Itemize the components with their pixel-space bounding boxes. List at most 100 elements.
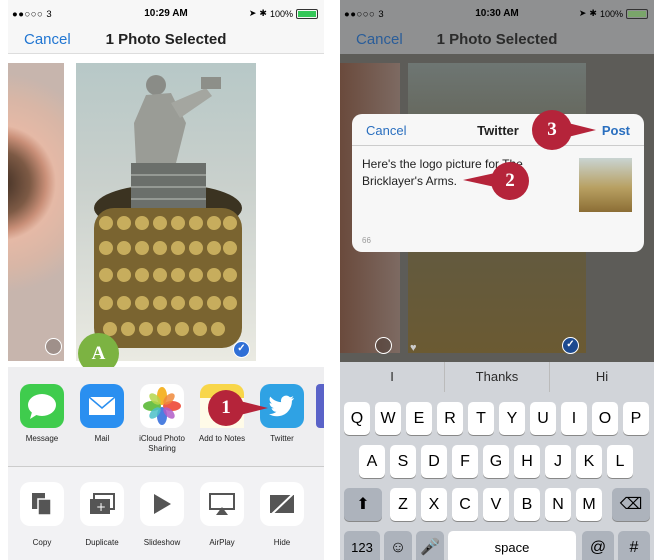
attached-photo-thumbnail [579, 158, 632, 212]
numbers-key[interactable]: 123 [344, 531, 380, 560]
key[interactable]: B [514, 488, 540, 521]
key[interactable]: I [561, 402, 587, 435]
action-copy[interactable]: Copy [17, 482, 67, 547]
callout-3-pointer [568, 123, 596, 137]
page-title: 1 Photo Selected [436, 31, 558, 48]
predictive-text-bar: I Thanks Hi [340, 362, 654, 392]
status-bar: ●●○○○ 3 10:29 AM ➤ ✱ 100% [8, 0, 324, 27]
key[interactable]: P [623, 402, 649, 435]
battery-percent: 100% [269, 8, 293, 19]
hash-key[interactable]: # [618, 531, 650, 560]
callout-3: 3 [532, 110, 572, 150]
key[interactable]: R [437, 402, 463, 435]
key[interactable]: S [390, 445, 416, 478]
at-key[interactable]: @ [582, 531, 614, 560]
heart-icon: ♥ [410, 342, 417, 354]
post-button[interactable]: Post [602, 123, 630, 138]
photos-icon [140, 384, 184, 428]
share-app-mail[interactable]: Mail [77, 384, 127, 444]
key[interactable]: C [452, 488, 478, 521]
twitter-compose-screen: ●●○○○ 3 10:30 AM ➤ ✱ 100% Cancel 1 Photo… [340, 0, 654, 560]
delete-key[interactable]: ⌫ [612, 488, 650, 521]
photo-thumbnail-selected[interactable]: ✓ [76, 63, 256, 361]
key[interactable]: D [421, 445, 447, 478]
action-airplay[interactable]: AirPlay [197, 482, 247, 547]
share-app-label: Mail [94, 434, 110, 443]
callout-1-pointer [240, 401, 268, 415]
battery-status: ➤ ✱ 100% [579, 8, 648, 19]
select-circle-icon [375, 337, 392, 354]
key[interactable]: H [514, 445, 540, 478]
dialog-title: Twitter [477, 123, 519, 138]
key[interactable]: L [607, 445, 633, 478]
share-app-label: Twitter [270, 434, 294, 443]
share-app-icloud-photo-sharing[interactable]: iCloud Photo Sharing [137, 384, 187, 454]
hide-icon [260, 482, 304, 526]
character-count: 66 [362, 236, 371, 245]
space-key[interactable]: space [448, 531, 576, 560]
key[interactable]: E [406, 402, 432, 435]
key[interactable]: Q [344, 402, 370, 435]
duplicate-icon: + [80, 482, 124, 526]
callout-1: 1 [208, 390, 244, 426]
action-duplicate[interactable]: + Duplicate [77, 482, 127, 547]
nav-bar: Cancel 1 Photo Selected [340, 27, 654, 54]
key[interactable]: Y [499, 402, 525, 435]
dictation-key[interactable]: 🎤 [416, 531, 444, 560]
action-label: AirPlay [209, 538, 235, 547]
key[interactable]: J [545, 445, 571, 478]
key[interactable]: X [421, 488, 447, 521]
keyboard: Q W E R T Y U I O P A S D F G H J K L ⬆ … [340, 392, 654, 560]
more-apps-partial[interactable] [316, 384, 324, 428]
battery-icon [296, 8, 318, 19]
key[interactable]: V [483, 488, 509, 521]
key[interactable]: A [359, 445, 385, 478]
callout-2-pointer [463, 173, 495, 187]
selected-check-icon: ✓ [562, 337, 579, 354]
photo-strip[interactable]: ✓ A [8, 54, 324, 374]
suggestion-item[interactable]: Thanks [445, 362, 550, 392]
key[interactable]: W [375, 402, 401, 435]
battery-icon [626, 8, 648, 19]
emoji-icon: ☺ [389, 539, 407, 556]
emoji-key[interactable]: ☺ [384, 531, 412, 560]
key[interactable]: M [576, 488, 602, 521]
page-title: 1 Photo Selected [105, 31, 227, 48]
selected-check-icon[interactable]: ✓ [233, 341, 250, 358]
select-circle-icon[interactable] [45, 338, 62, 355]
nav-bar: Cancel 1 Photo Selected [8, 27, 324, 54]
suggestion-item[interactable]: I [340, 362, 445, 392]
share-app-message[interactable]: Message [17, 384, 67, 444]
callout-2: 2 [491, 162, 529, 200]
action-label: Slideshow [143, 538, 181, 547]
action-slideshow[interactable]: Slideshow [137, 482, 187, 547]
bluetooth-icon: ✱ [589, 8, 597, 18]
dialog-header: Cancel Twitter Post [352, 114, 644, 146]
key[interactable]: F [452, 445, 478, 478]
photo-thumbnail-previous[interactable] [8, 63, 68, 361]
action-label: Hide [273, 538, 291, 547]
share-app-label: Message [25, 434, 59, 443]
battery-percent: 100% [599, 8, 623, 19]
key[interactable]: O [592, 402, 618, 435]
action-hide[interactable]: Hide [257, 482, 307, 547]
key[interactable]: N [545, 488, 571, 521]
key[interactable]: U [530, 402, 556, 435]
copy-icon [20, 482, 64, 526]
location-icon: ➤ [578, 8, 587, 18]
key[interactable]: K [576, 445, 602, 478]
mail-icon [80, 384, 124, 428]
status-bar: ●●○○○ 3 10:30 AM ➤ ✱ 100% [340, 0, 654, 27]
suggestion-item[interactable]: Hi [550, 362, 654, 392]
key[interactable]: G [483, 445, 509, 478]
key[interactable]: T [468, 402, 494, 435]
backspace-icon: ⌫ [619, 496, 643, 513]
shift-key[interactable]: ⬆ [344, 488, 382, 521]
share-app-label: iCloud Photo Sharing [139, 434, 185, 453]
location-icon: ➤ [248, 8, 257, 18]
share-sheet-screen: ●●○○○ 3 10:29 AM ➤ ✱ 100% Cancel 1 Photo… [8, 0, 324, 560]
slideshow-icon [140, 482, 184, 526]
action-label: Duplicate [85, 538, 119, 547]
key[interactable]: Z [390, 488, 416, 521]
svg-text:+: + [96, 500, 106, 514]
